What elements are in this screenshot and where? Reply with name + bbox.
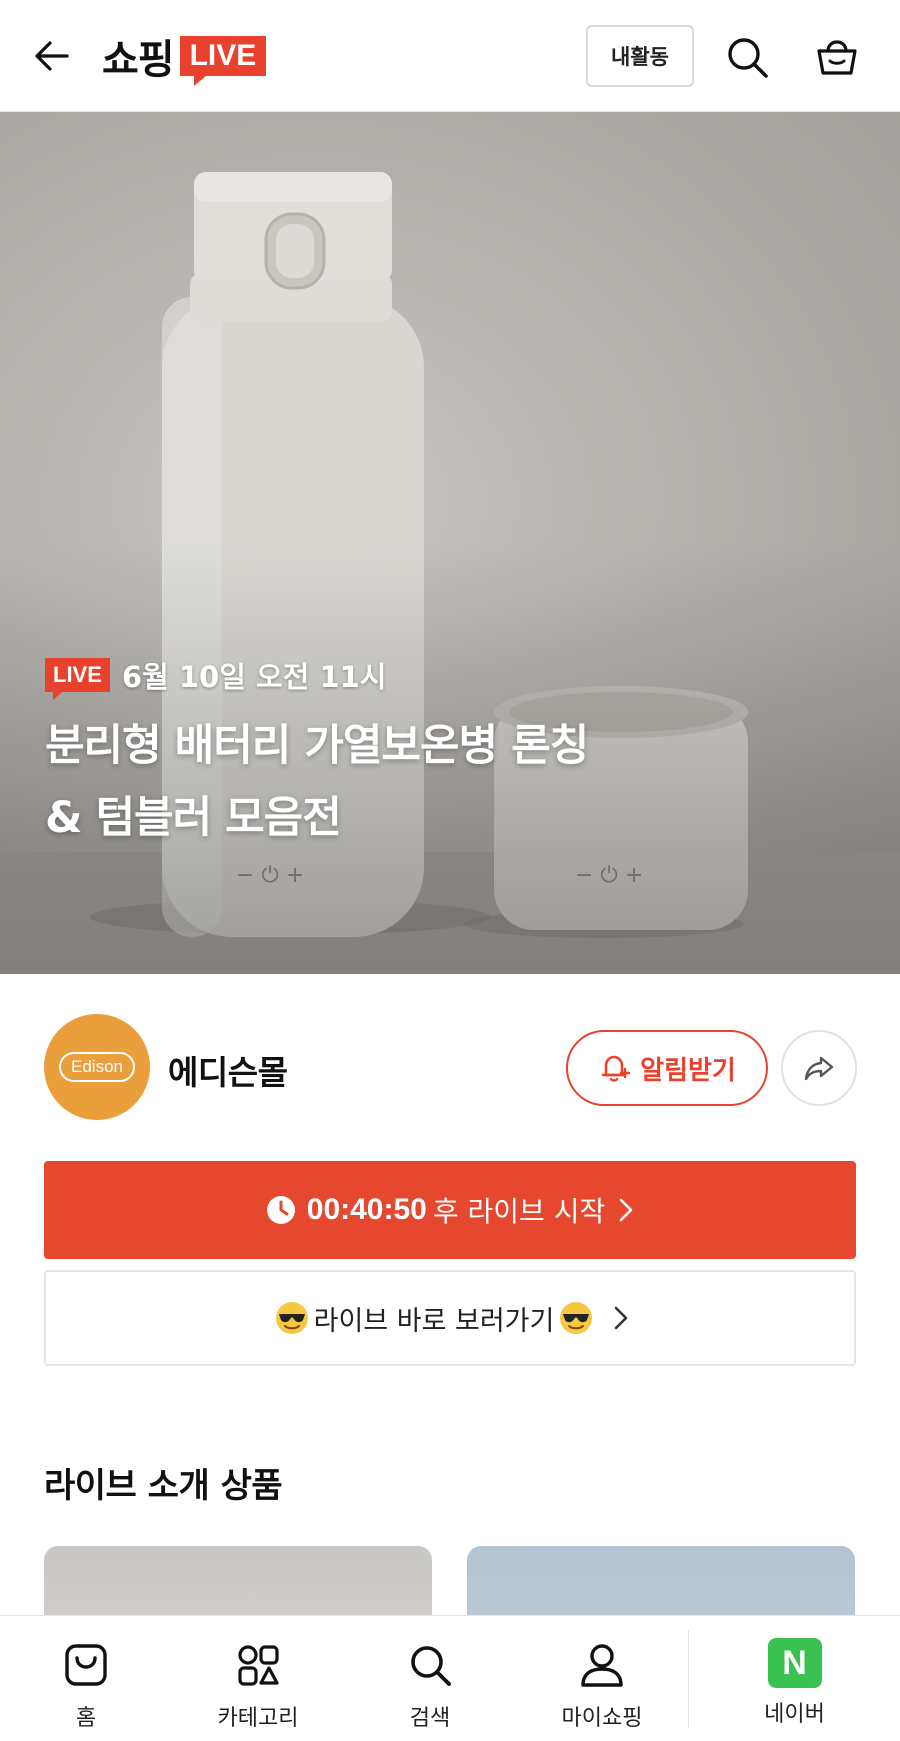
person-icon — [575, 1638, 629, 1692]
home-bag-icon — [59, 1638, 113, 1692]
nav-home-label: 홈 — [75, 1706, 97, 1731]
live-schedule: LIVE 6월 10일 오전 11시 — [45, 654, 387, 700]
sunglasses-emoji-icon — [275, 1302, 308, 1334]
bottom-navigation: 홈 카테고리 검색 마이쇼핑 N 네이버 — [0, 1615, 900, 1741]
search-icon — [403, 1638, 457, 1692]
nav-home[interactable]: 홈 — [0, 1616, 172, 1741]
nav-search[interactable]: 검색 — [344, 1616, 516, 1741]
brand-text: 쇼핑 — [102, 37, 175, 83]
share-arrow-icon — [804, 1056, 834, 1081]
nav-myshopping-label: 마이쇼핑 — [561, 1706, 643, 1731]
live-start-time: 6월 10일 오전 11시 — [121, 660, 387, 694]
live-countdown-button[interactable]: 00:40:50 후 라이브 시작 — [44, 1161, 856, 1259]
nav-category[interactable]: 카테고리 — [172, 1616, 344, 1741]
nav-myshopping[interactable]: 마이쇼핑 — [516, 1616, 688, 1741]
notify-label: 알림받기 — [640, 1055, 736, 1086]
nav-naver-label: 네이버 — [764, 1702, 825, 1727]
sunglasses-emoji-icon — [560, 1302, 593, 1334]
search-button[interactable] — [722, 32, 772, 82]
go-to-live-button[interactable]: 라이브 바로 보러가기 — [44, 1270, 856, 1366]
naver-n-icon: N — [767, 1638, 822, 1688]
notify-button[interactable]: 알림받기 — [566, 1030, 768, 1106]
live-badge: LIVE — [45, 658, 110, 700]
share-button[interactable] — [781, 1030, 857, 1106]
clock-icon — [266, 1196, 295, 1224]
countdown-timer: 00:40:50 — [306, 1193, 427, 1226]
search-icon — [728, 38, 768, 78]
my-activity-button[interactable]: 내활동 — [586, 25, 694, 87]
brand-live-badge: LIVE — [179, 36, 267, 86]
top-header: 쇼핑 LIVE 내활동 — [0, 0, 900, 112]
cart-button[interactable] — [812, 32, 862, 82]
live-title-line2: & 텀블러 모음전 — [45, 793, 342, 843]
category-icon — [231, 1638, 285, 1692]
bell-plus-icon — [601, 1055, 631, 1082]
go-live-label: 라이브 바로 보러가기 — [313, 1305, 555, 1337]
back-button[interactable] — [28, 32, 76, 80]
store-avatar[interactable]: Edison — [44, 1014, 150, 1120]
store-info-row: Edison 에디슨몰 알림받기 — [0, 1010, 900, 1120]
countdown-suffix: 후 라이브 시작 — [432, 1195, 606, 1228]
live-title: 분리형 배터리 가열보온병 론칭 & 텀블러 모음전 — [45, 710, 865, 854]
live-hero-banner[interactable]: − ⏻ + − ⏻ + LIVE 6월 10일 오전 11시 분리형 배터리 가… — [0, 112, 900, 974]
nav-naver[interactable]: N 네이버 — [688, 1630, 900, 1728]
section-title: 라이브 소개 상품 — [44, 1466, 283, 1506]
nav-search-label: 검색 — [409, 1706, 451, 1731]
chevron-right-icon — [619, 1198, 633, 1222]
store-name[interactable]: 에디슨몰 — [168, 1046, 288, 1094]
live-title-line1: 분리형 배터리 가열보온병 론칭 — [45, 721, 589, 771]
shopping-basket-icon — [817, 40, 857, 75]
nav-category-label: 카테고리 — [217, 1706, 299, 1731]
shopping-live-logo[interactable]: 쇼핑 LIVE — [102, 24, 267, 88]
store-logo-text: Edison — [59, 1052, 135, 1082]
chevron-right-icon — [615, 1306, 628, 1330]
arrow-left-icon — [35, 41, 69, 71]
